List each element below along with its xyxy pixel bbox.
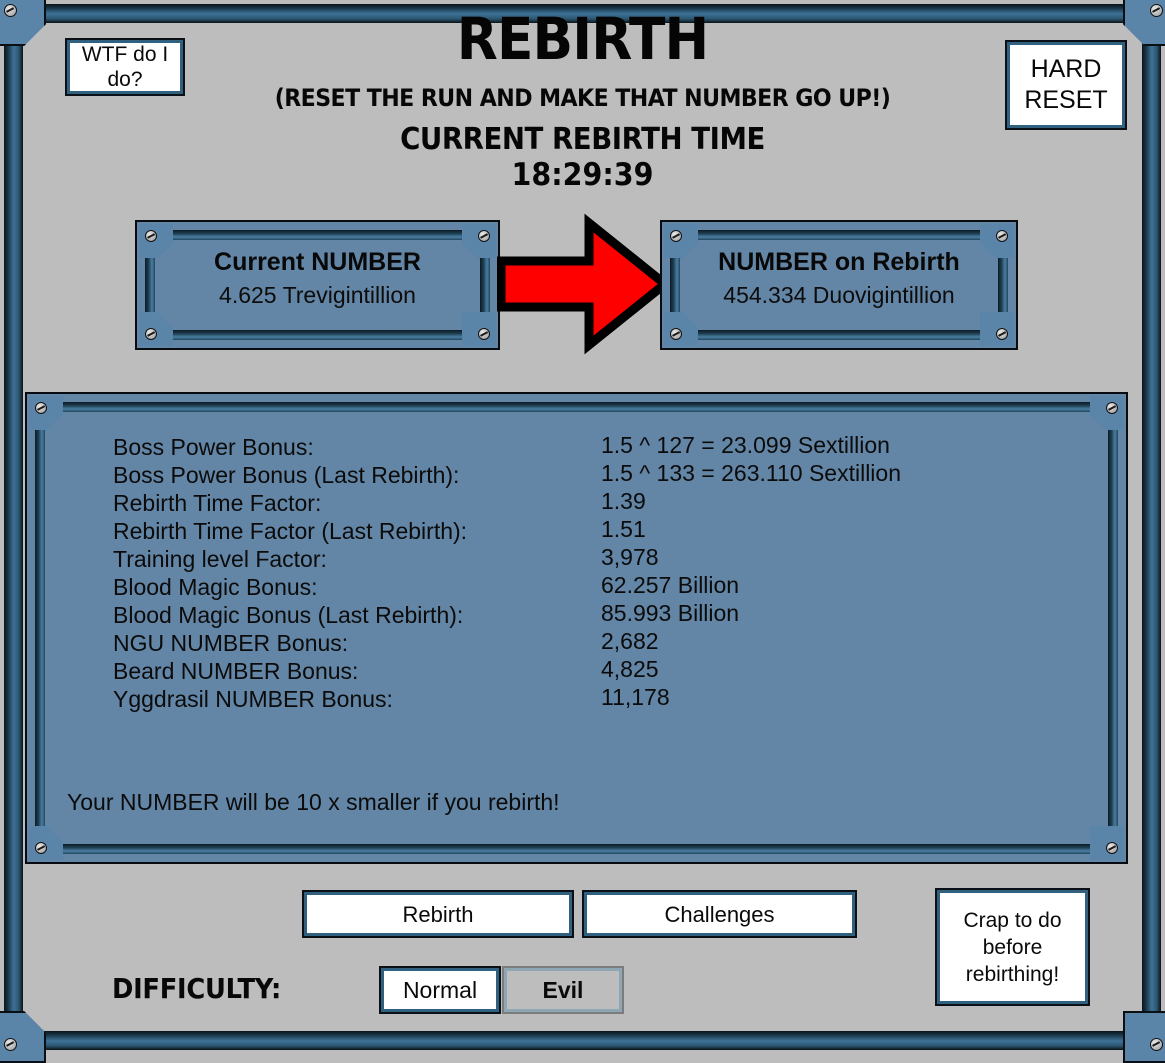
stat-row: Blood Magic Bonus: 62.257 Billion	[113, 572, 1063, 600]
challenges-button[interactable]: Challenges	[582, 890, 857, 938]
stat-value: 1.5 ^ 127 = 23.099 Sextillion	[601, 432, 890, 458]
rebirth-stats-panel: Boss Power Bonus: 1.5 ^ 127 = 23.099 Sext…	[25, 392, 1128, 864]
screw-icon	[1150, 4, 1163, 17]
rebirth-warning-note: Your NUMBER will be 10 x smaller if you …	[67, 789, 560, 815]
screw-icon	[145, 230, 157, 242]
stat-value: 1.51	[601, 516, 646, 542]
rebirth-number-title: NUMBER on Rebirth	[718, 248, 960, 276]
rebirth-number-value: 454.334 Duovigintillion	[723, 282, 955, 308]
screw-icon	[478, 328, 490, 340]
stat-row: Rebirth Time Factor: 1.39	[113, 488, 1063, 516]
stat-label: Beard NUMBER Bonus:	[113, 658, 359, 684]
screw-icon	[996, 230, 1008, 242]
screw-icon	[35, 842, 47, 854]
screw-icon	[35, 402, 47, 414]
window-frame-right	[1142, 28, 1161, 1025]
stat-label: Yggdrasil NUMBER Bonus:	[113, 686, 393, 712]
screw-icon	[996, 328, 1008, 340]
current-number-title: Current NUMBER	[214, 248, 421, 276]
hard-reset-button[interactable]: HARD RESET	[1005, 40, 1127, 130]
number-on-rebirth-panel: NUMBER on Rebirth 454.334 Duovigintillio…	[660, 220, 1018, 350]
screw-icon	[478, 230, 490, 242]
window-corner-bottom-left	[0, 1011, 46, 1063]
screw-icon	[1150, 1038, 1163, 1051]
window-corner-top-right	[1123, 0, 1165, 46]
wtf-do-i-do-button[interactable]: WTF do I do?	[65, 38, 185, 96]
screw-icon	[670, 230, 682, 242]
page-subtitle: (RESET THE RUN AND MAKE THAT NUMBER GO U…	[274, 84, 891, 112]
window-frame-bottom	[28, 1031, 1137, 1050]
screw-icon	[145, 328, 157, 340]
stat-label: NGU NUMBER Bonus:	[113, 630, 349, 656]
screw-icon	[4, 4, 17, 17]
stat-row: Beard NUMBER Bonus: 4,825	[113, 656, 1063, 684]
stat-value: 11,178	[601, 684, 670, 710]
screw-icon	[4, 1038, 17, 1051]
stat-value: 4,825	[601, 656, 659, 682]
difficulty-option-normal[interactable]: Normal	[379, 966, 501, 1014]
current-number-value: 4.625 Trevigintillion	[219, 282, 416, 308]
stat-label: Boss Power Bonus (Last Rebirth):	[113, 462, 460, 488]
stat-row: Training level Factor: 3,978	[113, 544, 1063, 572]
window-corner-bottom-right	[1123, 1011, 1165, 1063]
difficulty-option-evil[interactable]: Evil	[502, 966, 624, 1014]
current-number-panel: Current NUMBER 4.625 Trevigintillion	[135, 220, 500, 350]
window-corner-top-left	[0, 0, 46, 46]
screw-icon	[1106, 402, 1118, 414]
rebirth-button[interactable]: Rebirth	[302, 890, 574, 938]
stat-label: Rebirth Time Factor:	[113, 490, 322, 516]
page-title: REBIRTH	[456, 5, 709, 73]
stat-value: 1.39	[601, 488, 646, 514]
difficulty-label: DIFFICULTY:	[112, 972, 281, 1005]
stat-row: Boss Power Bonus (Last Rebirth): 1.5 ^ 13…	[113, 460, 1063, 488]
window-frame-left	[4, 28, 23, 1025]
stat-row: Boss Power Bonus: 1.5 ^ 127 = 23.099 Sext…	[113, 432, 1063, 460]
right-arrow-icon	[497, 213, 669, 355]
game-window: REBIRTH (RESET THE RUN AND MAKE THAT NUM…	[0, 0, 1165, 1063]
rebirth-time-label: CURRENT REBIRTH TIME	[400, 122, 765, 157]
stat-row: Rebirth Time Factor (Last Rebirth): 1.51	[113, 516, 1063, 544]
stat-value: 1.5 ^ 133 = 263.110 Sextillion	[601, 460, 901, 486]
stat-label: Blood Magic Bonus:	[113, 574, 318, 600]
stat-row: NGU NUMBER Bonus: 2,682	[113, 628, 1063, 656]
stat-label: Rebirth Time Factor (Last Rebirth):	[113, 518, 468, 544]
stat-label: Blood Magic Bonus (Last Rebirth):	[113, 602, 464, 628]
screw-icon	[670, 328, 682, 340]
stat-value: 2,682	[601, 628, 659, 654]
stat-label: Training level Factor:	[113, 546, 327, 572]
stats-list: Boss Power Bonus: 1.5 ^ 127 = 23.099 Sext…	[113, 432, 1063, 712]
stat-value: 62.257 Billion	[601, 572, 740, 598]
stat-row: Yggdrasil NUMBER Bonus: 11,178	[113, 684, 1063, 712]
stat-label: Boss Power Bonus:	[113, 434, 314, 460]
screw-icon	[1106, 842, 1118, 854]
stat-row: Blood Magic Bonus (Last Rebirth): 85.993 …	[113, 600, 1063, 628]
crap-to-do-button[interactable]: Crap to do before rebirthing!	[935, 888, 1090, 1006]
stat-value: 85.993 Billion	[601, 600, 740, 626]
stat-value: 3,978	[601, 544, 659, 570]
rebirth-time-value: 18:29:39	[511, 157, 654, 193]
